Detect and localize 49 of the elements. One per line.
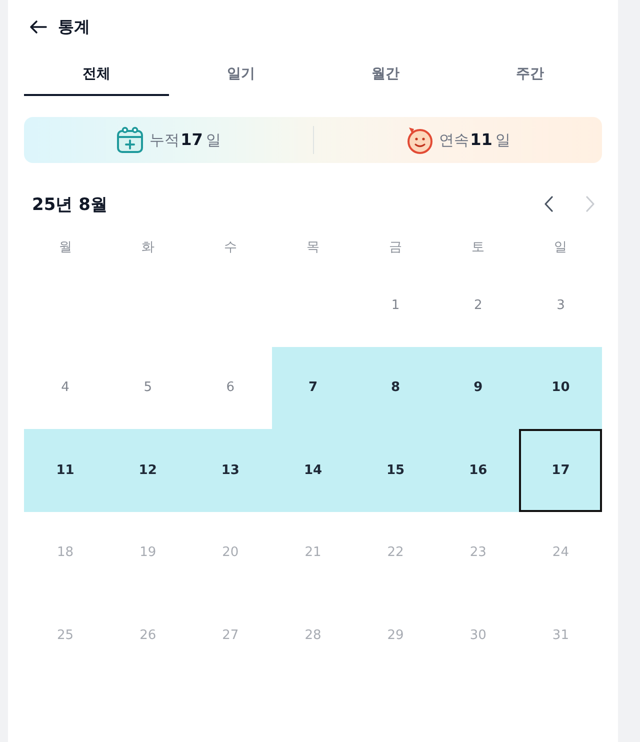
weekday-label: 금 [388, 238, 404, 256]
calendar-day[interactable]: 20 [189, 512, 272, 594]
weekday-label: 수 [222, 238, 238, 256]
calendar-day[interactable]: 6 [189, 346, 272, 429]
calendar-day[interactable]: 13 [189, 429, 272, 512]
calendar-day[interactable]: 14 [272, 429, 354, 512]
month-title: 25년 8월 [32, 194, 108, 216]
calendar-day[interactable]: 25 [24, 594, 107, 676]
chevron-right-icon [586, 196, 594, 212]
calendar-day[interactable]: 26 [106, 594, 190, 676]
calendar-day[interactable]: 12 [106, 429, 190, 512]
calendar-day[interactable]: 21 [272, 512, 354, 594]
page-title: 통계 [58, 16, 90, 38]
tab[interactable]: 주간 [458, 54, 602, 96]
calendar-day[interactable]: 9 [436, 346, 520, 429]
calendar-day[interactable]: 11 [24, 429, 107, 512]
calendar-day[interactable]: 3 [519, 264, 602, 346]
calendar-day[interactable]: 31 [519, 594, 602, 676]
calendar-day[interactable]: 1 [354, 264, 437, 346]
calendar-day[interactable]: 2 [436, 264, 520, 346]
calendar-day[interactable]: 17 [519, 429, 602, 512]
calendar-day[interactable]: 16 [436, 429, 520, 512]
calendar-plus-icon [116, 126, 144, 154]
arrow-left-icon [29, 20, 47, 34]
weekday-label: 토 [470, 238, 486, 256]
smiley-face-icon [405, 126, 434, 154]
calendar-day[interactable]: 8 [354, 346, 437, 429]
calendar-day[interactable]: 5 [106, 346, 190, 429]
tab[interactable]: 일기 [168, 54, 313, 96]
calendar-day[interactable]: 18 [24, 512, 107, 594]
calendar-day[interactable]: 29 [354, 594, 437, 676]
calendar-day[interactable]: 27 [189, 594, 272, 676]
calendar-day[interactable]: 28 [272, 594, 354, 676]
calendar-day[interactable]: 10 [519, 346, 602, 429]
calendar-day[interactable]: 4 [24, 346, 107, 429]
weekday-label: 일 [553, 238, 568, 256]
tab[interactable]: 전체 [24, 54, 168, 96]
weekday-label: 목 [305, 238, 320, 256]
calendar-day[interactable]: 15 [354, 429, 437, 512]
chevron-left-icon [544, 196, 552, 212]
weekday-label: 화 [140, 238, 156, 256]
calendar-day[interactable]: 24 [519, 512, 602, 594]
weekday-label: 월 [58, 238, 73, 256]
calendar-day[interactable]: 22 [354, 512, 437, 594]
calendar-day[interactable]: 7 [272, 346, 354, 429]
tab[interactable]: 월간 [313, 54, 458, 96]
calendar-day[interactable]: 23 [436, 512, 520, 594]
calendar-day[interactable]: 19 [106, 512, 190, 594]
calendar-day[interactable]: 30 [436, 594, 520, 676]
